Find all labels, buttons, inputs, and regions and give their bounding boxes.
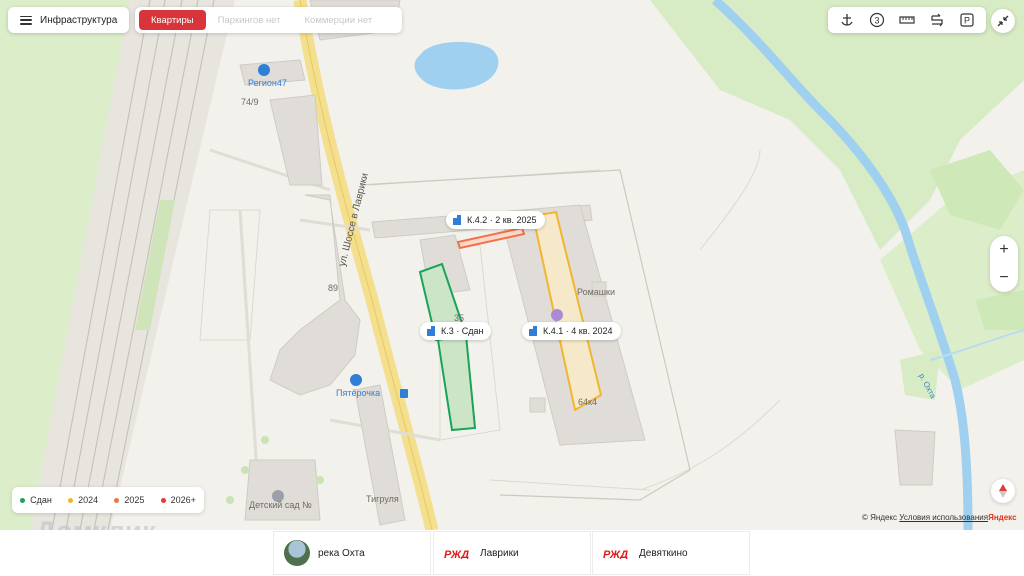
poi-label-pyaterochka[interactable]: Пятёрочка xyxy=(336,388,380,398)
parking-letter: P xyxy=(964,16,970,26)
map-label-house-89: 89 xyxy=(328,283,339,293)
map[interactable]: ул. Шоссе в Лаврики Регион47 Пятёрочка Р… xyxy=(0,0,1024,530)
compass-icon xyxy=(999,484,1007,498)
building-tag-k3[interactable]: К.3 · Сдан xyxy=(420,322,492,340)
floors-3-icon[interactable]: 3 xyxy=(866,9,888,31)
map-label-house-64: 64к4 xyxy=(578,397,597,407)
yandex-brand: Яндекс xyxy=(988,513,1017,522)
building-tag-k41[interactable]: К.4.1 · 4 кв. 2024 xyxy=(522,322,621,340)
legend-item: 2026+ xyxy=(160,495,196,505)
infrastructure-menu-button[interactable]: Инфраструктура xyxy=(8,7,130,33)
filter-parking[interactable]: Паркингов нет xyxy=(206,10,293,30)
filter-tabs: Квартиры Паркингов нет Коммерции нет xyxy=(135,7,402,33)
filter-commercial[interactable]: Коммерции нет xyxy=(293,10,385,30)
map-label-romashki: Ромашки xyxy=(577,287,615,297)
terms-link[interactable]: Условия использования xyxy=(899,513,988,522)
svg-text:РЖД: РЖД xyxy=(444,549,469,559)
map-label-kindergarten: Детский сад № xyxy=(249,500,312,510)
menu-icon xyxy=(20,15,32,25)
map-label-house-74: 74/9 xyxy=(241,97,259,107)
building-tag-k42[interactable]: К.4.2 · 2 кв. 2025 xyxy=(446,211,545,229)
nearby-devyatkino[interactable]: РЖД Девяткино xyxy=(592,531,750,575)
poi-label-region[interactable]: Регион47 xyxy=(248,78,287,88)
legend-item: 2025 xyxy=(114,495,144,505)
ruler-icon[interactable] xyxy=(896,9,918,31)
collapse-icon xyxy=(997,15,1009,27)
building-tag-label: К.4.2 · 2 кв. 2025 xyxy=(467,215,537,225)
map-canvas xyxy=(0,0,1024,530)
nearby-river-okhta[interactable]: река Охта xyxy=(273,531,431,575)
floors-number: 3 xyxy=(874,16,879,26)
legend-item: Сдан xyxy=(20,495,52,505)
compass-button[interactable] xyxy=(991,479,1015,503)
zoom-in-button[interactable]: + xyxy=(999,242,1008,258)
filter-apartments[interactable]: Квартиры xyxy=(139,10,206,30)
zoom-out-button[interactable]: − xyxy=(999,270,1008,286)
map-copyright: © Яндекс Условия использованияЯндекс xyxy=(862,513,1017,522)
nearby-lavriki[interactable]: РЖД Лаврики xyxy=(433,531,591,575)
zoom-control: + − xyxy=(990,236,1018,292)
map-label-tigrulya: Тигруля xyxy=(366,494,399,504)
building-icon xyxy=(427,326,435,336)
building-icon xyxy=(529,326,537,336)
svg-text:РЖД: РЖД xyxy=(603,549,628,559)
building-tag-label: К.4.1 · 4 кв. 2024 xyxy=(543,326,613,336)
parking-icon[interactable]: P xyxy=(956,9,978,31)
rzd-logo-icon: РЖД xyxy=(603,549,628,559)
legend-item: 2024 xyxy=(68,495,98,505)
building-tag-label: К.3 · Сдан xyxy=(441,326,484,336)
infrastructure-label: Инфраструктура xyxy=(40,14,118,26)
legend: Сдан 2024 2025 2026+ xyxy=(12,487,204,513)
rzd-logo-icon: РЖД xyxy=(444,549,469,559)
building-icon xyxy=(453,215,461,225)
route-icon[interactable] xyxy=(926,9,948,31)
collapse-fullscreen-button[interactable] xyxy=(991,9,1015,33)
river-photo xyxy=(284,540,310,566)
metro-icon[interactable] xyxy=(836,9,858,31)
map-tools: 3 P xyxy=(828,7,986,33)
